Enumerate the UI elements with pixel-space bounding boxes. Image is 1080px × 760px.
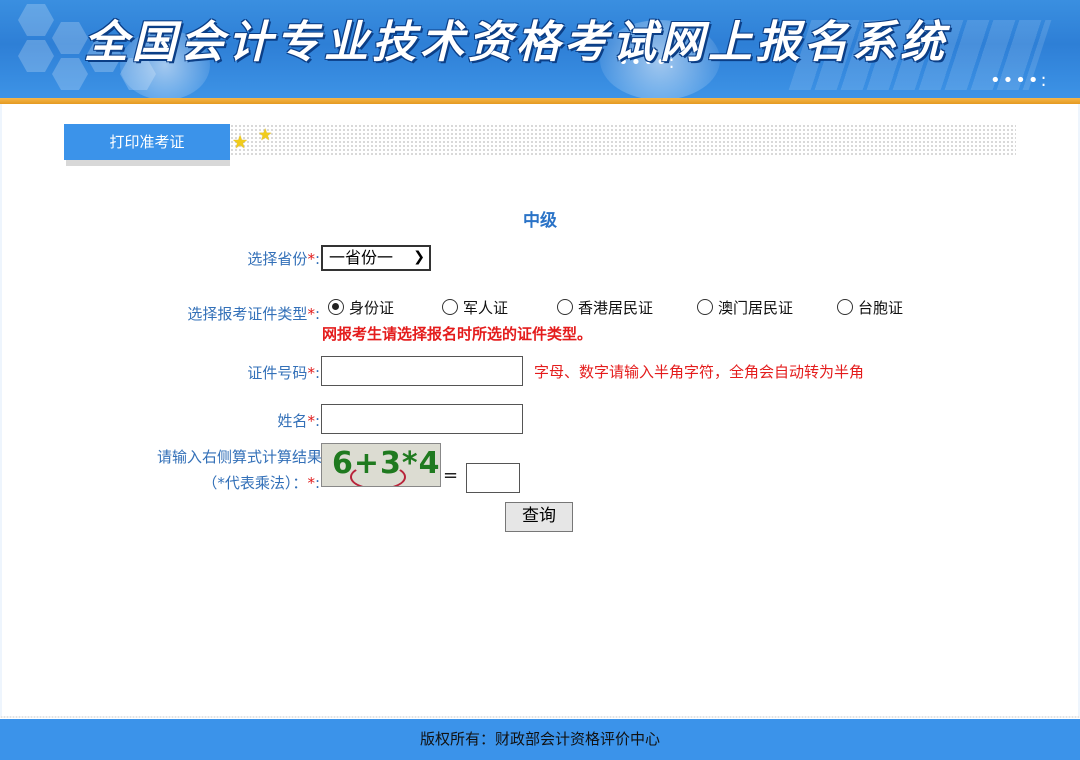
radio-unchecked-icon	[442, 299, 458, 315]
required-mark: *	[307, 364, 315, 382]
radio-unchecked-icon	[697, 299, 713, 315]
radio-unchecked-icon	[837, 299, 853, 315]
star-icon: ★	[258, 125, 273, 144]
id-type-label: 选择报考证件类型*:	[187, 305, 320, 323]
captcha-text: 6+3*4	[332, 446, 441, 481]
id-type-warning: 网报考生请选择报名时所选的证件类型。	[322, 325, 593, 343]
tab-shadow	[66, 160, 230, 166]
id-number-input[interactable]	[321, 356, 523, 386]
required-mark: *	[307, 474, 315, 492]
name-input[interactable]	[321, 404, 523, 434]
decor-hexagon	[18, 40, 54, 72]
province-select[interactable]: 一省份一 ❯	[321, 245, 431, 271]
id-number-label: 证件号码*:	[247, 364, 320, 382]
radio-label: 台胞证	[858, 298, 904, 317]
equals-sign: =	[443, 465, 459, 486]
system-title: 全国会计专业技术资格考试网上报名系统	[84, 17, 948, 68]
chevron-down-icon: ❯	[413, 249, 425, 265]
name-label: 姓名*:	[277, 412, 320, 430]
tab-print-admission-ticket[interactable]: 打印准考证	[64, 124, 230, 160]
radio-label: 身份证	[349, 298, 395, 317]
radio-military-id[interactable]: 军人证	[442, 296, 508, 318]
radio-taiwan-compatriot[interactable]: 台胞证	[837, 296, 903, 318]
decor-hexagon	[52, 58, 88, 90]
required-mark: *	[307, 412, 315, 430]
radio-macao-resident[interactable]: 澳门居民证	[697, 296, 793, 318]
captcha-image[interactable]: 6+3*4	[321, 443, 441, 487]
id-number-hint: 字母、数字请输入半角字符，全角会自动转为半角	[534, 363, 865, 381]
header-banner: ••••: ••••: 全国会计专业技术资格考试网上报名系统	[0, 0, 1080, 98]
radio-id-card[interactable]: 身份证	[328, 296, 394, 318]
query-button[interactable]: 查询	[505, 502, 573, 532]
tab-strip-pattern	[230, 124, 1016, 156]
decor-hexagon	[52, 22, 88, 54]
captcha-label-note: （*代表乘法）：*:	[202, 474, 320, 492]
page-border-left	[0, 104, 2, 716]
radio-checked-icon	[328, 299, 344, 315]
header-divider	[0, 98, 1080, 104]
star-icon: ★	[232, 132, 249, 153]
province-label: 选择省份*:	[247, 250, 320, 268]
radio-unchecked-icon	[557, 299, 573, 315]
radio-label: 澳门居民证	[718, 298, 794, 317]
radio-hong-kong-resident[interactable]: 香港居民证	[557, 296, 653, 318]
exam-level-title: 中级	[523, 211, 557, 231]
footer: 版权所有：财政部会计资格评价中心	[0, 719, 1080, 760]
required-mark: *	[307, 250, 315, 268]
captcha-answer-input[interactable]	[466, 463, 520, 493]
decor-hexagon	[18, 4, 54, 36]
province-select-value: 一省份一	[329, 248, 394, 267]
captcha-label: 请输入右侧算式计算结果	[156, 448, 322, 466]
radio-label: 香港居民证	[578, 298, 654, 317]
copyright-text: 版权所有：财政部会计资格评价中心	[419, 730, 660, 748]
decor-dots: ••••:	[990, 70, 1049, 91]
tab-strip: 打印准考证 ★ ★	[64, 124, 1016, 166]
footer-divider	[0, 716, 1080, 718]
radio-label: 军人证	[463, 298, 509, 317]
required-mark: *	[307, 305, 315, 323]
